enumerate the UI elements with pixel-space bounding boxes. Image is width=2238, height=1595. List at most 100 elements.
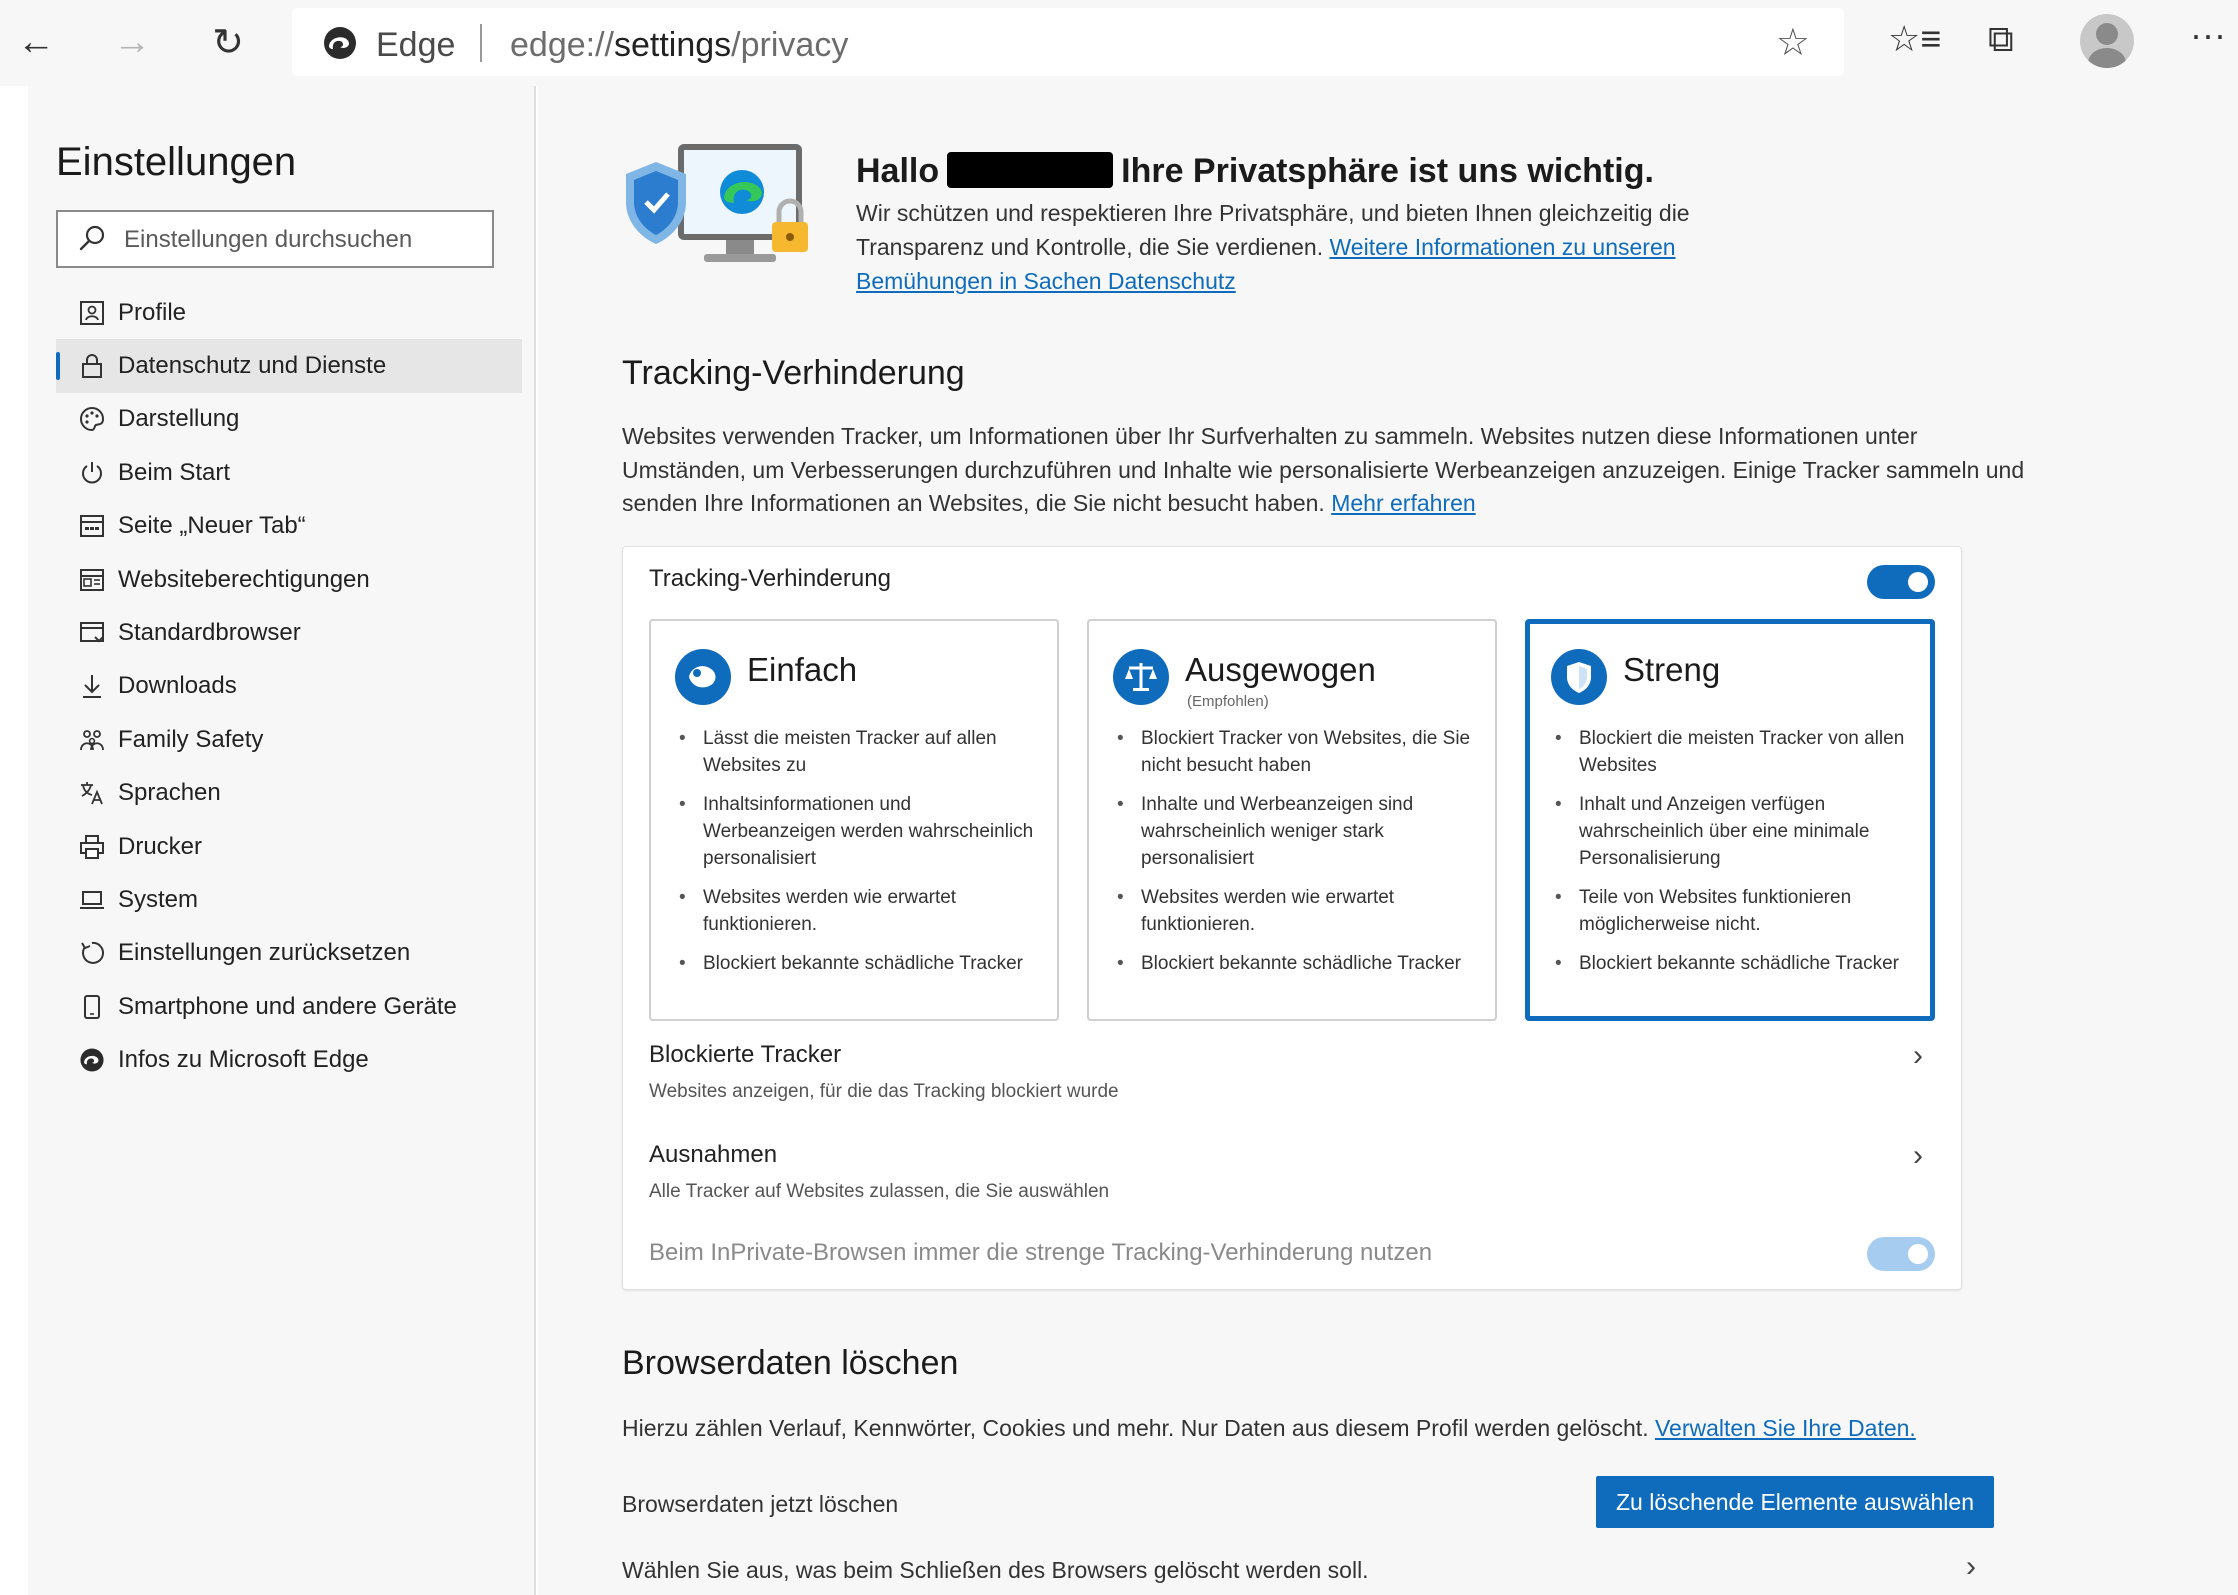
tracking-learn-more-link[interactable]: Mehr erfahren bbox=[1331, 490, 1475, 516]
sidebar-item-system[interactable]: System bbox=[56, 873, 522, 926]
option-bullet: Blockiert bekannte schädliche Tracker bbox=[1555, 950, 1915, 977]
tracking-card: Tracking-Verhinderung Einfach Lässt die … bbox=[622, 546, 1962, 1290]
more-options-icon[interactable]: ··· bbox=[2190, 14, 2226, 56]
sidebar-item-label: Darstellung bbox=[118, 405, 240, 433]
blocked-trackers-chevron-icon[interactable]: › bbox=[1913, 1039, 1923, 1073]
sidebar-item-profile[interactable]: Profile bbox=[56, 286, 522, 339]
exceptions-chevron-icon[interactable]: › bbox=[1913, 1139, 1923, 1173]
edge-logo-icon bbox=[324, 27, 356, 59]
clear-data-description: Hierzu zählen Verlauf, Kennwörter, Cooki… bbox=[622, 1412, 2042, 1446]
url-browser-name: Edge bbox=[376, 26, 456, 64]
hero-title: Hallo Ihre Privatsphäre ist uns wichtig. bbox=[856, 152, 1654, 191]
tracking-heading: Tracking-Verhinderung bbox=[622, 354, 965, 392]
sidebar-item-phone-devices[interactable]: Smartphone und andere Geräte bbox=[56, 980, 522, 1033]
settings-search-input[interactable] bbox=[124, 224, 484, 256]
inprivate-strict-toggle[interactable] bbox=[1867, 1237, 1935, 1271]
option-bullet: Blockiert bekannte schädliche Tracker bbox=[1117, 950, 1477, 977]
edge-icon bbox=[78, 1046, 106, 1074]
address-bar[interactable]: Edge edge://settings/privacy ☆ bbox=[292, 8, 1844, 76]
sidebar-item-privacy[interactable]: Datenschutz und Dienste bbox=[56, 339, 522, 393]
family-icon bbox=[78, 726, 106, 754]
option-bullet: Websites werden wie erwartet funktionier… bbox=[1117, 884, 1477, 938]
url-separator bbox=[480, 24, 482, 62]
exceptions-title[interactable]: Ausnahmen bbox=[649, 1141, 777, 1169]
collections-icon[interactable]: ⧉ bbox=[1988, 18, 2014, 61]
sidebar-item-label: Downloads bbox=[118, 672, 237, 700]
redacted-username bbox=[947, 152, 1114, 188]
option-title: Einfach bbox=[747, 651, 858, 688]
phone-icon bbox=[78, 993, 106, 1021]
tracking-text: Websites verwenden Tracker, um Informati… bbox=[622, 423, 2025, 516]
option-bullet: Blockiert Tracker von Websites, die Sie … bbox=[1117, 725, 1477, 779]
sidebar-nav: Profile Datenschutz und Dienste Darstell… bbox=[56, 286, 522, 1087]
option-bullets: Blockiert die meisten Tracker von allen … bbox=[1555, 725, 1915, 989]
sidebar-item-label: Drucker bbox=[118, 832, 203, 860]
sidebar-item-family-safety[interactable]: Family Safety bbox=[56, 713, 522, 766]
choose-what-to-clear-button[interactable]: Zu löschende Elemente auswählen bbox=[1596, 1476, 1994, 1528]
sidebar-item-default-browser[interactable]: Standardbrowser bbox=[56, 606, 522, 659]
sidebar-item-label: Profile bbox=[118, 298, 187, 326]
sidebar-item-label: Standardbrowser bbox=[118, 619, 301, 647]
tracking-option-balanced[interactable]: Ausgewogen (Empfohlen) Blockiert Tracker… bbox=[1087, 619, 1497, 1021]
option-bullet: Blockiert bekannte schädliche Tracker bbox=[679, 950, 1039, 977]
url-path: /privacy bbox=[731, 26, 849, 64]
tracking-option-strict[interactable]: Streng Blockiert die meisten Tracker von… bbox=[1525, 619, 1935, 1021]
sidebar-item-label: Beim Start bbox=[118, 458, 231, 486]
option-bullet: Blockiert die meisten Tracker von allen … bbox=[1555, 725, 1915, 779]
sidebar-item-site-permissions[interactable]: Websiteberechtigungen bbox=[56, 553, 522, 606]
clear-now-label: Browserdaten jetzt löschen bbox=[622, 1491, 899, 1517]
sidebar-item-about-edge[interactable]: Infos zu Microsoft Edge bbox=[56, 1033, 522, 1086]
site-permissions-icon bbox=[78, 566, 106, 594]
download-icon bbox=[78, 672, 106, 700]
hero-headline: Ihre Privatsphäre ist uns wichtig. bbox=[1121, 152, 1654, 190]
exceptions-description: Alle Tracker auf Websites zulassen, die … bbox=[649, 1181, 1110, 1202]
tracking-option-basic[interactable]: Einfach Lässt die meisten Tracker auf al… bbox=[649, 619, 1059, 1021]
option-bullet: Inhaltsinformationen und Werbeanzeigen w… bbox=[679, 791, 1039, 872]
sidebar-item-label: Infos zu Microsoft Edge bbox=[118, 1046, 369, 1074]
add-favorite-star-icon[interactable]: ☆ bbox=[1776, 20, 1810, 65]
sidebar-item-startup[interactable]: Beim Start bbox=[56, 446, 522, 499]
sidebar-item-new-tab[interactable]: Seite „Neuer Tab“ bbox=[56, 500, 522, 553]
back-button[interactable]: ← bbox=[8, 14, 64, 70]
option-title: Ausgewogen bbox=[1185, 651, 1376, 688]
shield-icon bbox=[1551, 649, 1607, 705]
sidebar-item-downloads[interactable]: Downloads bbox=[56, 660, 522, 713]
palette-icon bbox=[78, 405, 106, 433]
browser-toolbar: ← → ↻ Edge edge://settings/privacy ☆ ☆≡ … bbox=[0, 0, 2238, 86]
sidebar-item-reset-settings[interactable]: Einstellungen zurücksetzen bbox=[56, 927, 522, 980]
inprivate-strict-label: Beim InPrivate-Browsen immer die strenge… bbox=[649, 1239, 1433, 1266]
clear-on-close-label[interactable]: Wählen Sie aus, was beim Schließen des B… bbox=[622, 1554, 1622, 1588]
reset-icon bbox=[78, 939, 106, 967]
forward-button[interactable]: → bbox=[104, 14, 160, 70]
tracking-card-title: Tracking-Verhinderung bbox=[649, 565, 891, 592]
sidebar-item-appearance[interactable]: Darstellung bbox=[56, 393, 522, 446]
manage-data-link[interactable]: Verwalten Sie Ihre Daten. bbox=[1655, 1415, 1916, 1441]
blocked-trackers-title[interactable]: Blockierte Tracker bbox=[649, 1041, 841, 1069]
option-bullet: Teile von Websites funktionieren möglich… bbox=[1555, 884, 1915, 938]
sidebar-item-label: Sprachen bbox=[118, 779, 221, 807]
url-text[interactable]: edge://settings/privacy bbox=[510, 26, 848, 65]
sidebar-item-label: System bbox=[118, 885, 199, 913]
settings-search-box[interactable] bbox=[56, 210, 494, 268]
refresh-button[interactable]: ↻ bbox=[200, 14, 256, 70]
search-icon bbox=[79, 225, 105, 251]
url-scheme: edge:// bbox=[510, 26, 614, 64]
sidebar-item-label: Seite „Neuer Tab“ bbox=[118, 512, 306, 540]
tracking-prevention-toggle[interactable] bbox=[1867, 565, 1935, 599]
privacy-illustration-icon bbox=[626, 144, 808, 262]
sidebar-item-label: Family Safety bbox=[118, 725, 264, 753]
laptop-icon bbox=[78, 886, 106, 914]
favorites-icon[interactable]: ☆≡ bbox=[1888, 18, 1941, 60]
option-recommended-label: (Empfohlen) bbox=[1187, 693, 1269, 710]
settings-sidebar: Einstellungen Profile Datenschutz und Di… bbox=[28, 86, 536, 1595]
settings-main-content: Hallo Ihre Privatsphäre ist uns wichtig. … bbox=[538, 86, 2238, 1595]
sidebar-item-languages[interactable]: Sprachen bbox=[56, 767, 522, 820]
profile-avatar[interactable] bbox=[2080, 14, 2134, 68]
sidebar-item-printers[interactable]: Drucker bbox=[56, 820, 522, 873]
sidebar-title: Einstellungen bbox=[56, 140, 297, 184]
clear-on-close-chevron-icon[interactable]: › bbox=[1966, 1550, 1976, 1584]
sidebar-item-label: Smartphone und andere Geräte bbox=[118, 992, 457, 1020]
option-bullets: Blockiert Tracker von Websites, die Sie … bbox=[1117, 725, 1477, 989]
option-bullets: Lässt die meisten Tracker auf allen Webs… bbox=[679, 725, 1039, 989]
power-icon bbox=[78, 459, 106, 487]
